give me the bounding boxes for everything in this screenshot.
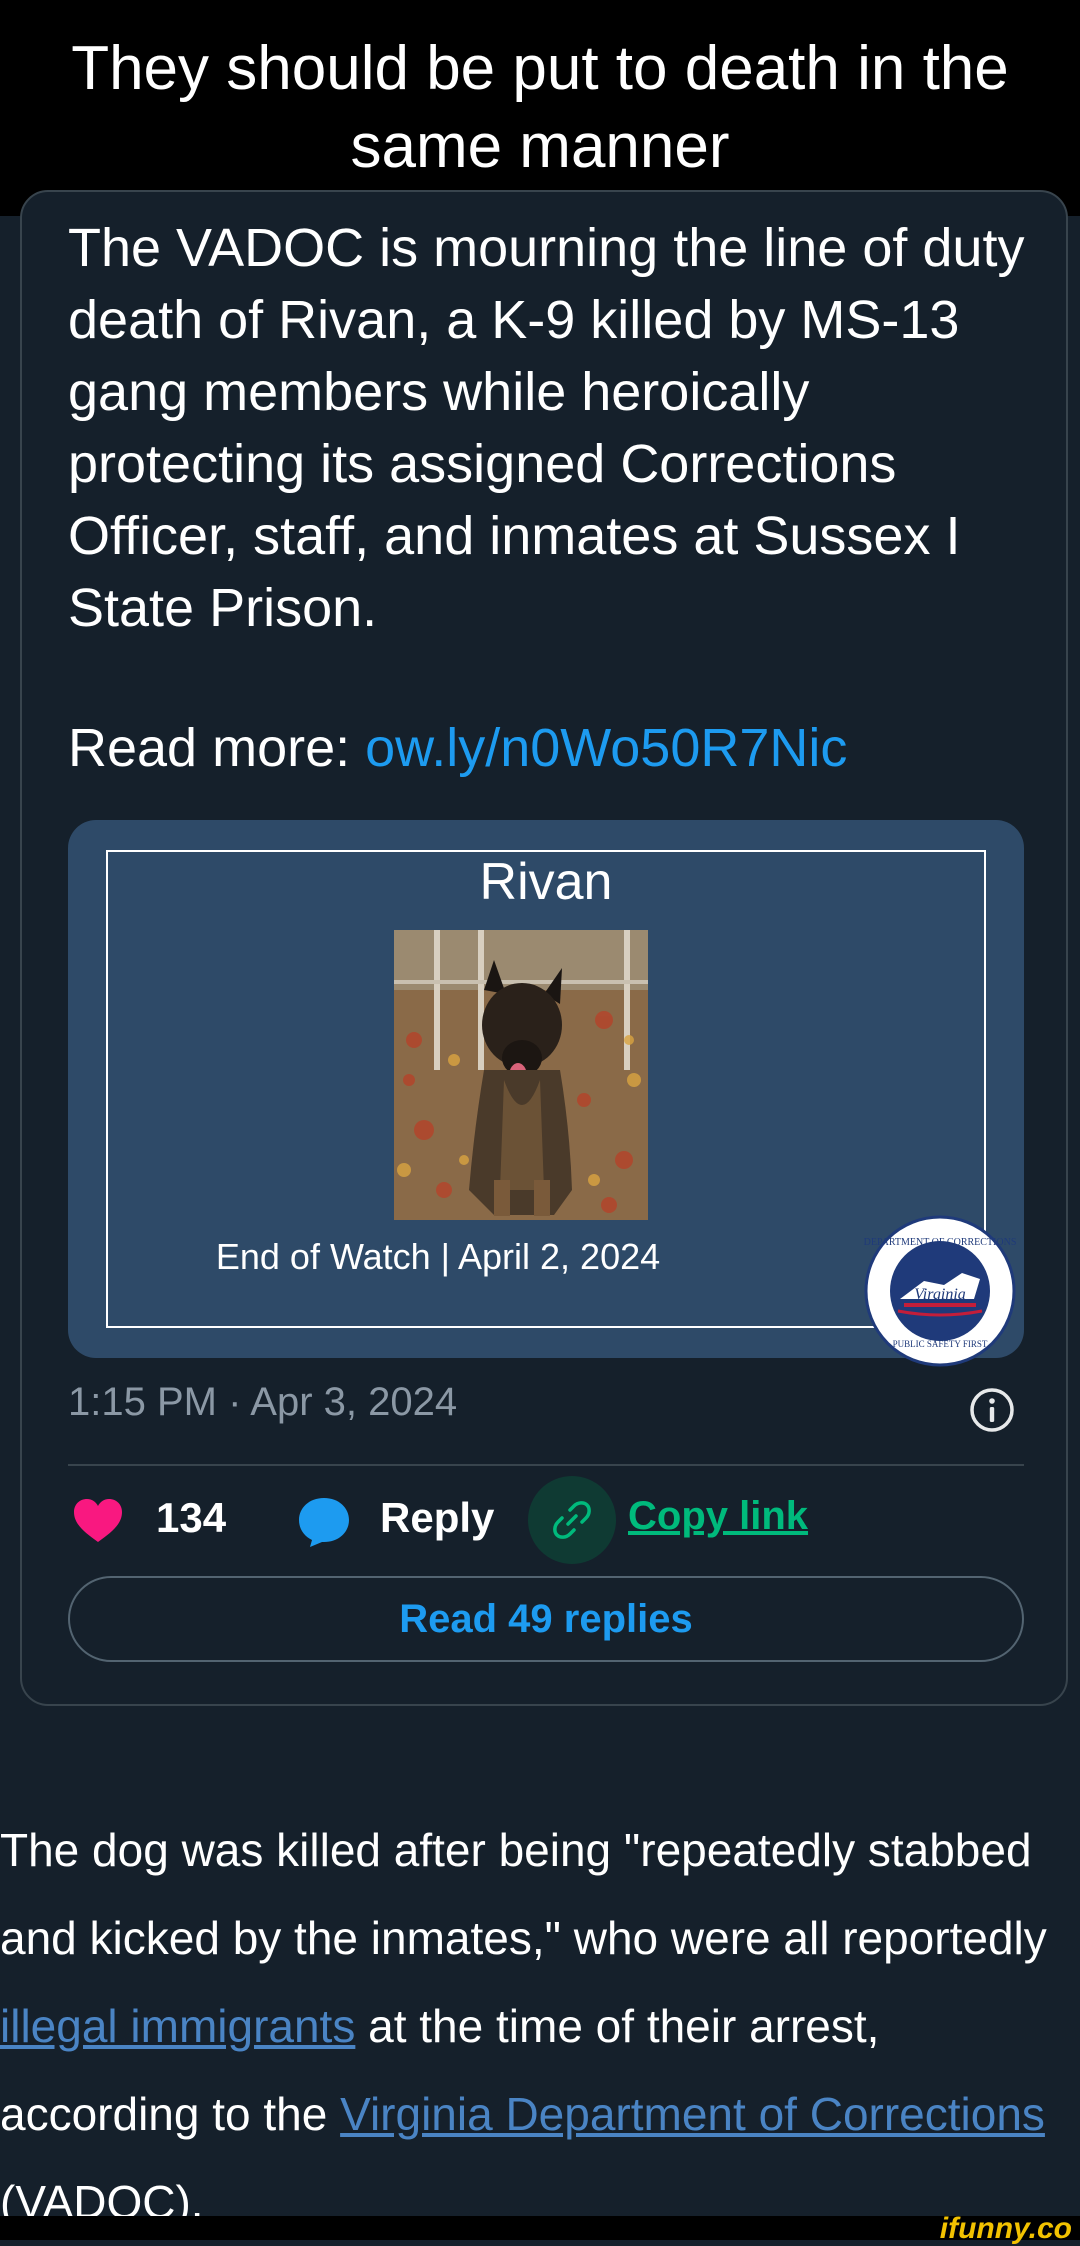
read-more-link[interactable]: ow.ly/n0Wo50R7Nic xyxy=(365,718,847,778)
seal-middle-text: Virginia xyxy=(914,1286,966,1303)
seal-top-text: DEPARTMENT OF CORRECTIONS xyxy=(864,1237,1016,1248)
divider xyxy=(68,1464,1024,1466)
like-count[interactable]: 134 xyxy=(156,1494,226,1542)
end-of-watch-text: End of Watch | April 2, 2024 xyxy=(215,1236,661,1277)
ifunny-watermark: ifunny.co xyxy=(939,2212,1072,2245)
illegal-immigrants-link[interactable]: illegal immigrants xyxy=(0,2000,355,2052)
footer-bar xyxy=(0,2216,1080,2240)
reply-bubble-icon[interactable] xyxy=(296,1496,352,1548)
dog-photo xyxy=(394,930,648,1220)
link-icon xyxy=(553,1501,591,1539)
tweet-text: The VADOC is mourning the line of duty d… xyxy=(68,218,1025,638)
copy-link-button[interactable] xyxy=(528,1476,616,1564)
tweet-actions: 134 Reply Copy link xyxy=(0,1476,1080,1564)
reply-button[interactable]: Reply xyxy=(380,1494,494,1542)
seal-bottom-text: PUBLIC SAFETY FIRST xyxy=(893,1339,988,1349)
read-more-label: Read more: xyxy=(68,718,366,778)
copy-link-label[interactable]: Copy link xyxy=(628,1494,808,1539)
article-text-1: The dog was killed after being "repeated… xyxy=(0,1824,1047,1964)
read-more-line: Read more: ow.ly/n0Wo50R7Nic xyxy=(68,712,847,784)
heart-icon[interactable] xyxy=(72,1498,124,1544)
vadoc-seal-icon: DEPARTMENT OF CORRECTIONS Virginia PUBLI… xyxy=(864,1215,1016,1367)
article-paragraph: The dog was killed after being "repeated… xyxy=(0,1806,1080,2246)
read-replies-button[interactable]: Read 49 replies xyxy=(68,1576,1024,1662)
vadoc-link[interactable]: Virginia Department of Corrections xyxy=(340,2088,1045,2140)
memorial-name: Rivan xyxy=(479,853,613,911)
tweet-timestamp[interactable]: 1:15 PM · Apr 3, 2024 xyxy=(68,1380,457,1425)
info-icon[interactable] xyxy=(968,1386,1016,1434)
meme-caption: They should be put to death in the same … xyxy=(0,0,1080,216)
